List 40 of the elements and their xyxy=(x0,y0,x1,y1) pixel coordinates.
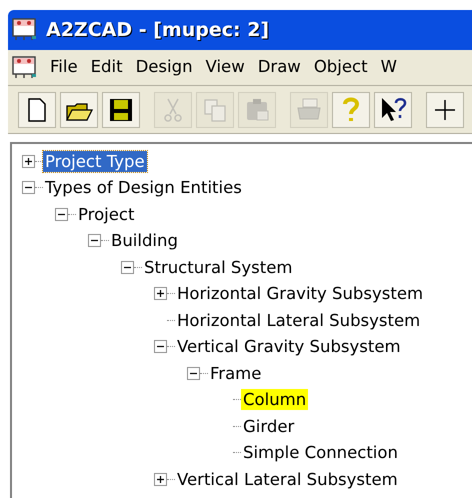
tree-item[interactable]: Project Type xyxy=(43,150,147,172)
collapse-button[interactable] xyxy=(121,260,134,274)
tree-item[interactable]: Horizontal Gravity Subsystem xyxy=(175,283,426,304)
menu-item[interactable]: Edit xyxy=(90,55,123,80)
document-icon xyxy=(12,56,38,80)
menu-item[interactable]: Object xyxy=(314,55,368,80)
expand-button[interactable] xyxy=(22,154,35,168)
tree-item[interactable]: Vertical Lateral Subsystem xyxy=(175,468,400,490)
collapse-button[interactable] xyxy=(187,366,200,380)
plus-icon xyxy=(156,474,165,484)
toolbar-button[interactable] xyxy=(374,92,412,128)
tree-item[interactable]: Structural System xyxy=(142,256,294,278)
plus-icon xyxy=(24,156,33,166)
collapse-button[interactable] xyxy=(55,208,68,221)
expand-button[interactable] xyxy=(154,472,167,486)
tree-item[interactable]: Girder xyxy=(241,416,296,437)
tree-item[interactable]: Project xyxy=(76,204,136,225)
menu-item[interactable]: View xyxy=(206,55,245,80)
tree-item[interactable]: Column xyxy=(241,389,308,410)
tree-item[interactable]: Vertical Gravity Subsystem xyxy=(175,336,403,358)
toolbar-button[interactable] xyxy=(102,92,140,128)
expand-button[interactable] xyxy=(154,287,167,300)
menu-item[interactable]: File xyxy=(50,55,78,80)
app-icon xyxy=(12,18,38,42)
collapse-button[interactable] xyxy=(22,181,35,194)
tree-item[interactable]: Frame xyxy=(208,362,264,384)
collapse-button[interactable] xyxy=(154,340,167,354)
menu-item[interactable]: Draw xyxy=(258,55,301,80)
tree-item[interactable]: Simple Connection xyxy=(241,442,400,464)
collapse-button[interactable] xyxy=(88,234,101,248)
menu-item[interactable]: W xyxy=(380,55,397,80)
tree-item[interactable]: Types of Design Entities xyxy=(43,177,244,198)
window-title: A2ZCAD - [mupec: 2] xyxy=(46,18,270,43)
toolbar-button[interactable] xyxy=(426,92,464,128)
toolbar-button[interactable] xyxy=(60,92,98,128)
menu-item[interactable]: Design xyxy=(136,55,193,80)
toolbar-button[interactable] xyxy=(18,92,56,128)
tree-item[interactable]: Building xyxy=(109,230,180,252)
tree-item[interactable]: Horizontal Lateral Subsystem xyxy=(175,310,422,331)
plus-icon xyxy=(156,289,165,298)
